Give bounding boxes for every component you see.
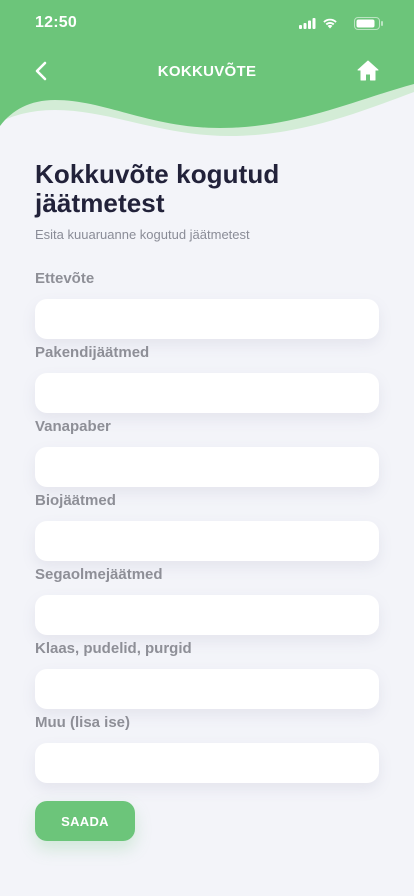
page-header: Kokkuvõte kogutud jäätmetest Esita kuuar… (35, 159, 379, 243)
waste-paper-input[interactable] (35, 447, 379, 487)
field-label: Muu (lisa ise) (35, 714, 131, 731)
submit-button[interactable]: SAADA (35, 801, 135, 841)
field-label: Klaas, pudelid, purgid (35, 640, 192, 657)
field-company: Ettevõte (35, 270, 379, 339)
status-icons (299, 15, 384, 31)
page-subtitle: Esita kuuaruanne kogutud jäätmetest (35, 227, 250, 242)
page-title: Kokkuvõte kogutud jäätmetest (35, 159, 280, 218)
mixed-waste-input[interactable] (35, 595, 379, 635)
home-button[interactable] (355, 57, 381, 83)
battery-icon (354, 16, 383, 30)
packaging-waste-input[interactable] (35, 373, 379, 413)
field-label: Pakendijäätmed (35, 344, 150, 361)
status-bar: 12:50 (0, 0, 414, 46)
field-mixed-waste: Segaolmejäätmed (35, 566, 379, 635)
nav-title: KOKKUVÕTE (157, 63, 257, 80)
glass-input[interactable] (35, 669, 379, 709)
field-bio-waste: Biojäätmed (35, 492, 379, 561)
field-other: Muu (lisa ise) (35, 714, 379, 783)
field-label: Ettevõte (35, 270, 95, 287)
header: 12:50 KOKKUVÕTE (0, 0, 414, 140)
field-label: Vanapaber (35, 418, 111, 435)
home-icon (357, 60, 379, 80)
company-input[interactable] (35, 299, 379, 339)
field-glass: Klaas, pudelid, purgid (35, 640, 379, 709)
field-waste-paper: Vanapaber (35, 418, 379, 487)
wifi-icon (323, 18, 337, 29)
status-time: 12:50 (35, 14, 77, 31)
other-input[interactable] (35, 743, 379, 783)
signal-icon (299, 17, 316, 29)
bio-waste-input[interactable] (35, 521, 379, 561)
field-label: Biojäätmed (35, 492, 116, 509)
field-label: Segaolmejäätmed (35, 566, 163, 583)
field-packaging-waste: Pakendijäätmed (35, 344, 379, 413)
